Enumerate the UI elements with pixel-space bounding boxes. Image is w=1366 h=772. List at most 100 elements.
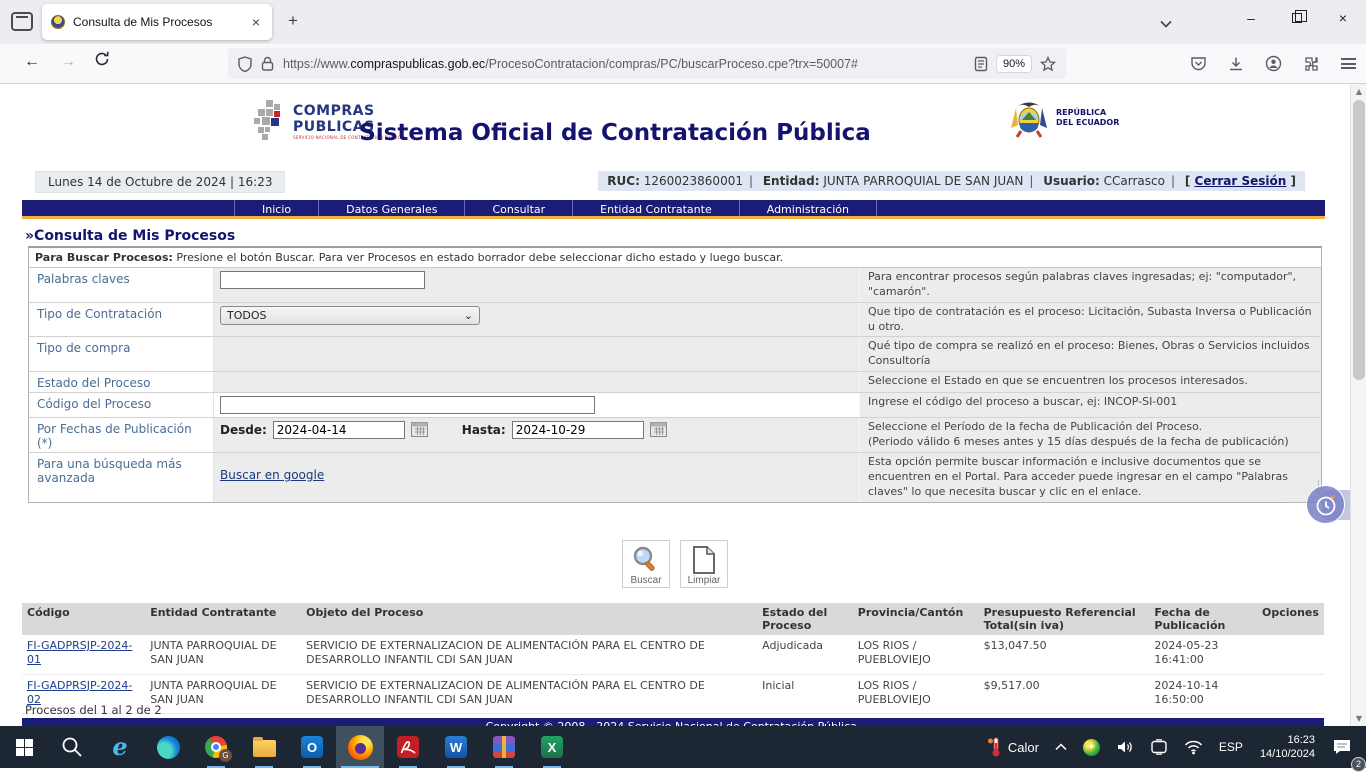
calendar-desde-icon[interactable] bbox=[411, 422, 428, 440]
limpiar-button[interactable]: Limpiar bbox=[680, 540, 728, 588]
ecuador-coat-of-arms-icon bbox=[1008, 98, 1050, 138]
col-provincia: Provincia/Cantón bbox=[853, 603, 979, 635]
pocket-icon[interactable] bbox=[1190, 56, 1207, 72]
logo-line1: COMPRAS bbox=[293, 103, 375, 119]
taskbar-firefox[interactable] bbox=[336, 726, 384, 768]
browser-tab-strip: Consulta de Mis Procesos × + – × bbox=[0, 0, 1366, 44]
firefox-icon bbox=[348, 735, 373, 760]
new-tab-button[interactable]: + bbox=[288, 11, 298, 31]
taskbar-internet-explorer[interactable]: e bbox=[96, 726, 144, 768]
palabras-claves-label: Palabras claves bbox=[29, 268, 214, 302]
start-button[interactable] bbox=[0, 726, 48, 768]
restore-button[interactable] bbox=[1274, 0, 1320, 36]
url-bar[interactable]: https://www.compraspublicas.gob.ec/Proce… bbox=[228, 48, 1066, 79]
calendar-hasta-icon[interactable] bbox=[650, 422, 667, 440]
nav-entidad-contratante[interactable]: Entidad Contratante bbox=[573, 200, 740, 216]
busqueda-avanzada-label: Para una búsqueda más avanzada bbox=[29, 453, 214, 502]
menu-hamburger-icon[interactable] bbox=[1341, 58, 1356, 69]
extensions-icon[interactable] bbox=[1303, 55, 1320, 72]
tray-volume[interactable] bbox=[1108, 726, 1142, 768]
fecha-desde-input[interactable] bbox=[273, 421, 405, 439]
chevron-up-icon bbox=[1055, 743, 1067, 751]
tray-clock[interactable]: 16:23 14/10/2024 bbox=[1251, 733, 1324, 762]
nav-inicio[interactable]: Inicio bbox=[234, 200, 319, 216]
downloads-icon[interactable] bbox=[1228, 56, 1244, 72]
datetime-bar: Lunes 14 de Octubre de 2024 | 16:23 bbox=[35, 171, 285, 193]
tipo-contratacion-help: Que tipo de contratación es el proceso: … bbox=[859, 303, 1321, 337]
taskbar-acrobat[interactable] bbox=[384, 726, 432, 768]
magnifier-icon bbox=[631, 545, 661, 575]
ruc-label: RUC: bbox=[607, 174, 640, 188]
codigo-proceso-label: Código del Proceso bbox=[29, 393, 214, 417]
site-footer: Copyright © 2008 - 2024 Servicio Naciona… bbox=[22, 718, 1324, 726]
clock-icon[interactable] bbox=[1306, 485, 1345, 524]
lock-icon[interactable] bbox=[261, 56, 274, 71]
fechas-publicacion-label: Por Fechas de Publicación (*) bbox=[29, 418, 214, 452]
tipo-contratacion-select[interactable]: TODOS ⌄ bbox=[220, 306, 480, 325]
proceso-link[interactable]: FI-GADPRSJP-2024-01 bbox=[27, 639, 132, 666]
page-scrollbar[interactable]: ▲ ▼ bbox=[1350, 84, 1366, 726]
browser-tab[interactable]: Consulta de Mis Procesos × bbox=[42, 4, 272, 40]
tray-date: 14/10/2024 bbox=[1260, 747, 1315, 761]
windows-taskbar: e G O W X Calor + bbox=[0, 726, 1366, 768]
bookmark-star-icon[interactable] bbox=[1040, 56, 1056, 72]
back-button[interactable]: ← bbox=[24, 53, 40, 71]
nav-consultar[interactable]: Consultar bbox=[465, 200, 573, 216]
scroll-down-arrow[interactable]: ▼ bbox=[1351, 711, 1366, 726]
list-tabs-chevron-icon[interactable] bbox=[1160, 15, 1172, 33]
taskbar-word[interactable]: W bbox=[432, 726, 480, 768]
scroll-up-arrow[interactable]: ▲ bbox=[1351, 84, 1366, 99]
tab-close-icon[interactable]: × bbox=[249, 14, 263, 30]
taskbar-search-button[interactable] bbox=[48, 726, 96, 768]
buscar-button[interactable]: Buscar bbox=[622, 540, 670, 588]
account-icon[interactable] bbox=[1265, 55, 1282, 72]
proceso-link[interactable]: FI-GADPRSJP-2024-02 bbox=[27, 679, 132, 706]
search-icon bbox=[61, 736, 83, 758]
reader-view-icon[interactable] bbox=[974, 56, 988, 72]
tray-tablet-mode[interactable] bbox=[1142, 726, 1176, 768]
nav-datos-generales[interactable]: Datos Generales bbox=[319, 200, 465, 216]
buscar-en-google-link[interactable]: Buscar en google bbox=[220, 468, 324, 482]
palabras-claves-input[interactable] bbox=[220, 271, 425, 289]
tipo-contratacion-label: Tipo de Contratación bbox=[29, 303, 214, 337]
internet-explorer-icon: e bbox=[112, 735, 127, 759]
tray-chevron-up[interactable] bbox=[1047, 726, 1075, 768]
close-button[interactable]: × bbox=[1320, 0, 1366, 36]
nav-administracion[interactable]: Administración bbox=[740, 200, 877, 216]
tray-wifi[interactable] bbox=[1176, 726, 1211, 768]
logout-link[interactable]: Cerrar Sesión bbox=[1195, 174, 1287, 188]
zoom-level-badge[interactable]: 90% bbox=[997, 56, 1031, 72]
usuario-value: CCarrasco bbox=[1104, 174, 1165, 188]
taskbar-file-explorer[interactable] bbox=[240, 726, 288, 768]
scrollbar-thumb[interactable] bbox=[1353, 100, 1365, 380]
codigo-proceso-input[interactable] bbox=[220, 396, 595, 414]
republic-label: REPÚBLICADEL ECUADOR bbox=[1056, 108, 1119, 128]
wifi-icon bbox=[1184, 740, 1203, 755]
col-opciones: Opciones bbox=[1257, 603, 1324, 635]
taskbar-excel[interactable]: X bbox=[528, 726, 576, 768]
col-objeto: Objeto del Proceso bbox=[301, 603, 757, 635]
forward-button[interactable]: → bbox=[60, 53, 76, 71]
weather-widget[interactable]: Calor bbox=[979, 726, 1047, 768]
taskbar-chrome[interactable]: G bbox=[192, 726, 240, 768]
hasta-label: Hasta: bbox=[462, 423, 506, 437]
results-table: Código Entidad Contratante Objeto del Pr… bbox=[22, 603, 1324, 714]
outlook-icon: O bbox=[301, 736, 323, 758]
table-row: FI-GADPRSJP-2024-01 JUNTA PARROQUIAL DE … bbox=[22, 635, 1324, 674]
desde-label: Desde: bbox=[220, 423, 267, 437]
winrar-icon bbox=[493, 736, 515, 758]
usuario-label: Usuario: bbox=[1043, 174, 1100, 188]
shield-icon[interactable] bbox=[238, 56, 252, 72]
minimize-button[interactable]: – bbox=[1228, 0, 1274, 36]
taskbar-outlook[interactable]: O bbox=[288, 726, 336, 768]
thermometer-icon bbox=[987, 737, 1002, 757]
fecha-hasta-input[interactable] bbox=[512, 421, 644, 439]
taskbar-edge[interactable] bbox=[144, 726, 192, 768]
tray-language[interactable]: ESP bbox=[1211, 726, 1251, 768]
notification-center[interactable]: 2 bbox=[1324, 726, 1360, 768]
reload-button[interactable] bbox=[94, 51, 110, 72]
taskbar-winrar[interactable] bbox=[480, 726, 528, 768]
session-bar: RUC: 1260023860001 Entidad: JUNTA PARROQ… bbox=[598, 171, 1305, 191]
tray-antivirus[interactable]: + bbox=[1075, 726, 1108, 768]
firefox-view-icon[interactable] bbox=[11, 12, 33, 31]
